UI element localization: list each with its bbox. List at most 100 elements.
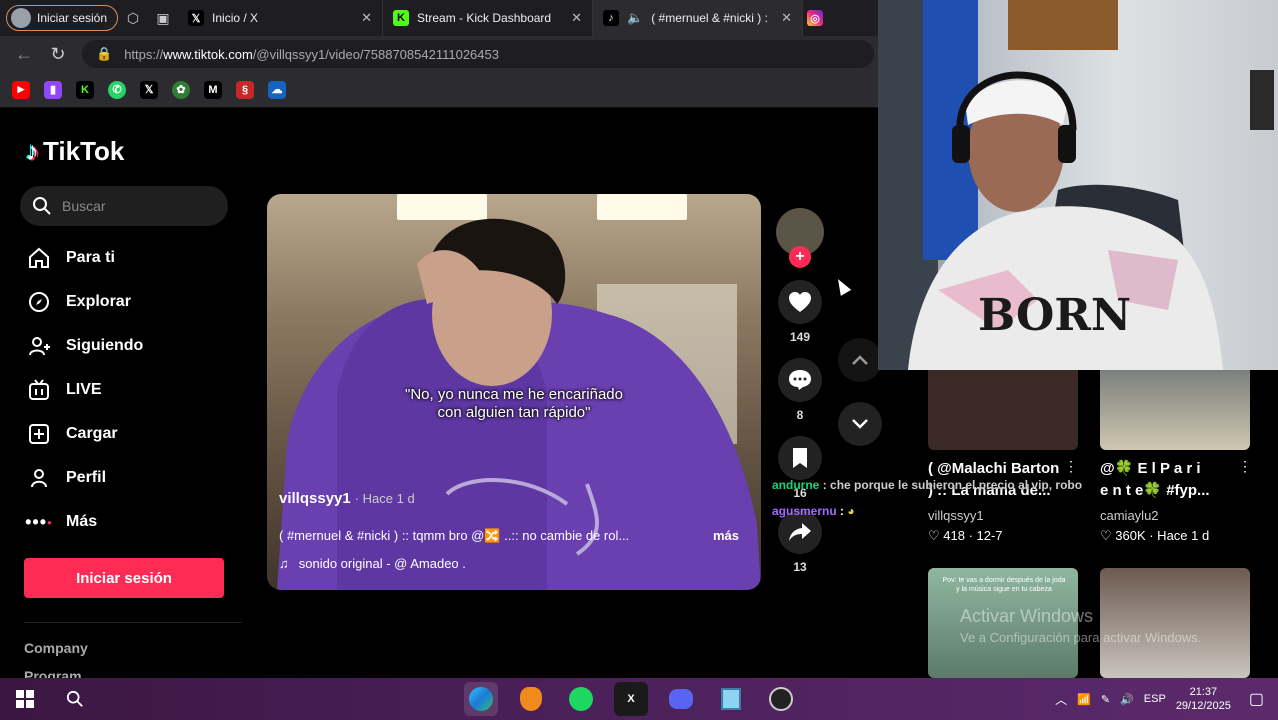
tab-actions-icon[interactable]: ▣: [148, 0, 178, 36]
login-button[interactable]: Iniciar sesión: [24, 558, 224, 598]
chat-message: andurne : che porque le subieron el prec…: [772, 478, 1083, 492]
related-author[interactable]: villqssyy1: [928, 508, 984, 523]
sidebar-item-live[interactable]: LIVE: [26, 368, 143, 412]
fl-studio-icon[interactable]: [514, 682, 548, 716]
sidebar-item-label: Cargar: [66, 425, 118, 442]
browser-profile-button[interactable]: Iniciar sesión: [6, 5, 119, 31]
footer-company-link[interactable]: Company: [24, 640, 88, 656]
kick-icon[interactable]: K: [76, 80, 94, 99]
creator-avatar[interactable]: +: [776, 208, 824, 268]
next-video-button[interactable]: [838, 402, 882, 446]
video-player[interactable]: "No, yo nunca me he encariñado con algui…: [267, 194, 761, 590]
video-author[interactable]: villqssyy1 · Hace 1 d: [279, 490, 415, 507]
home-icon: [26, 245, 52, 271]
more-options-icon[interactable]: ⋮: [1064, 458, 1078, 475]
system-tray: ︿ 📶 ✎ 🔊 ESP 21:37 29/12/2025 ▢: [1055, 678, 1278, 720]
app-icon[interactable]: §: [236, 80, 254, 99]
volume-icon[interactable]: 🔊: [1120, 693, 1134, 706]
clock[interactable]: 21:37 29/12/2025: [1176, 685, 1231, 713]
twitch-icon[interactable]: ▮: [44, 80, 62, 99]
share-count: 13: [793, 560, 807, 574]
speaker-icon[interactable]: 🔈: [627, 10, 643, 26]
following-icon: [26, 333, 52, 359]
lock-icon: 🔒: [96, 46, 113, 61]
extension-icon[interactable]: ✿: [172, 80, 190, 99]
tab-instagram[interactable]: ◎: [803, 0, 827, 36]
share-icon: [789, 523, 811, 541]
music-note-icon: ♫: [279, 556, 289, 571]
related-title[interactable]: @🍀 E l P a r ie n t e🍀 #fyp...: [1100, 458, 1250, 502]
bookmark-icon: [793, 448, 807, 468]
search-icon[interactable]: [58, 682, 92, 716]
sidebar-item-perfil[interactable]: Perfil: [26, 456, 143, 500]
reload-icon[interactable]: ↻: [48, 44, 68, 65]
related-thumbnail[interactable]: [928, 370, 1078, 450]
chat-message: agusmernu : ◕: [772, 504, 855, 518]
tab-tiktok-video[interactable]: ♪ 🔈 ( #mernuel & #nicki ) : ✕: [593, 0, 804, 36]
notepad-icon[interactable]: [714, 682, 748, 716]
video-sound[interactable]: ♫ sonido original - @ Amadeo .: [279, 556, 466, 571]
language-indicator[interactable]: ESP: [1144, 693, 1166, 705]
sidebar-item-explorar[interactable]: Explorar: [26, 280, 143, 324]
live-icon: [26, 377, 52, 403]
cloud-icon[interactable]: ☁: [268, 80, 286, 99]
comment-button[interactable]: 8: [776, 358, 824, 422]
sidebar-item-label: Siguiendo: [66, 337, 144, 354]
comment-icon: [789, 370, 811, 390]
windows-start-icon[interactable]: [8, 682, 42, 716]
search-input[interactable]: Buscar: [20, 186, 228, 226]
search-icon: [33, 197, 51, 215]
tiktok-logo[interactable]: ♪ TikTok: [26, 136, 124, 167]
tab-x-home[interactable]: 𝕏 Inicio / X ✕: [178, 0, 384, 36]
spotify-icon[interactable]: [564, 682, 598, 716]
back-icon[interactable]: ←: [14, 44, 34, 65]
sidebar-item-para-ti[interactable]: Para ti: [26, 236, 143, 280]
instagram-icon: ◎: [807, 10, 824, 26]
pen-icon[interactable]: ✎: [1101, 693, 1110, 706]
follow-plus-icon[interactable]: +: [789, 246, 811, 268]
sidebar-item-siguiendo[interactable]: Siguiendo: [26, 324, 143, 368]
xsplit-icon[interactable]: X: [614, 682, 648, 716]
tiktok-icon: ♪: [26, 136, 39, 166]
obs-icon[interactable]: [764, 682, 798, 716]
close-icon[interactable]: ✕: [781, 10, 792, 26]
chevron-up-icon: [852, 355, 868, 365]
discord-icon[interactable]: [664, 682, 698, 716]
x-icon[interactable]: 𝕏: [140, 80, 158, 99]
previous-video-button[interactable]: [838, 338, 882, 382]
youtube-icon[interactable]: ▶: [12, 80, 30, 99]
like-count: 149: [789, 330, 811, 344]
browser-tab-bar: Iniciar sesión ⬡ ▣ 𝕏 Inicio / X ✕ K Stre…: [0, 0, 878, 36]
workspaces-icon[interactable]: ⬡: [118, 0, 148, 36]
more-button[interactable]: más: [713, 528, 739, 543]
svg-text:BORN: BORN: [978, 290, 1131, 341]
tab-title: ( #mernuel & #nicki ) :: [651, 11, 768, 25]
sidebar-item-mas[interactable]: ••• ● Más: [25, 500, 143, 544]
whatsapp-icon[interactable]: ✆: [108, 80, 126, 99]
close-icon[interactable]: ✕: [361, 10, 372, 26]
comment-count: 8: [796, 408, 804, 422]
more-options-icon[interactable]: ⋮: [1238, 458, 1252, 475]
notification-icon[interactable]: ▢: [1249, 689, 1264, 709]
tab-title: Inicio / X: [212, 11, 259, 25]
edge-icon[interactable]: [464, 682, 498, 716]
sidebar-item-cargar[interactable]: Cargar: [26, 412, 143, 456]
profile-icon: [26, 465, 52, 491]
share-button[interactable]: 13: [776, 510, 824, 574]
chevron-up-icon[interactable]: ︿: [1055, 691, 1067, 708]
x-icon: 𝕏: [188, 10, 205, 26]
related-thumbnail[interactable]: [1100, 370, 1250, 450]
close-icon[interactable]: ✕: [571, 10, 582, 26]
m-icon[interactable]: M: [204, 80, 222, 99]
related-author[interactable]: camiaylu2: [1100, 508, 1159, 523]
like-button[interactable]: 149: [776, 280, 824, 344]
network-icon[interactable]: 📶: [1077, 693, 1091, 706]
webcam-overlay: BORN: [878, 0, 1278, 370]
logo-text: TikTok: [43, 136, 125, 166]
related-thumbnail[interactable]: [1100, 568, 1250, 678]
tab-title: Stream - Kick Dashboard: [417, 11, 552, 25]
footer-program-link[interactable]: Program: [24, 668, 82, 678]
tab-kick-dashboard[interactable]: K Stream - Kick Dashboard ✕: [383, 0, 594, 36]
compass-icon: [26, 289, 52, 315]
url-field[interactable]: 🔒 https://www.tiktok.com/@villqssyy1/vid…: [82, 40, 874, 68]
